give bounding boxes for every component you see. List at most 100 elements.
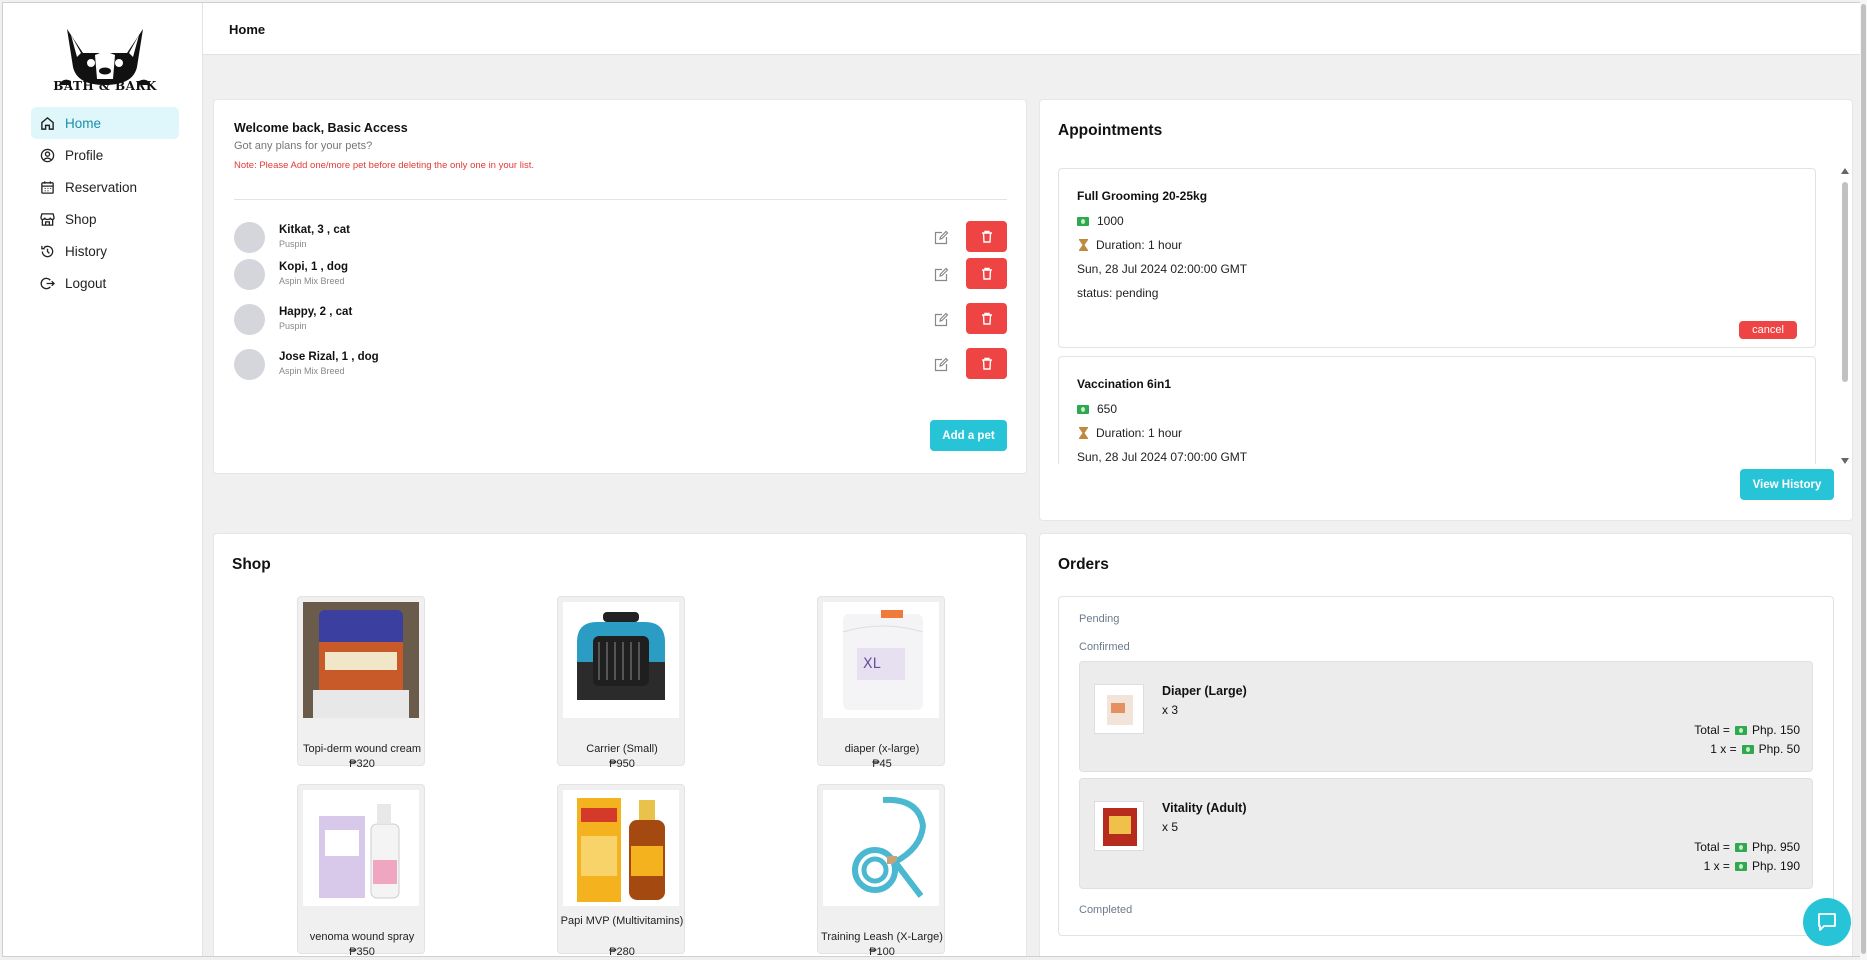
product-image xyxy=(563,790,679,906)
edit-icon[interactable] xyxy=(933,267,949,283)
trash-icon xyxy=(981,312,992,325)
product-image xyxy=(303,790,419,906)
pet-breed: Aspin Mix Breed xyxy=(279,366,345,376)
order-status-pending[interactable]: Pending xyxy=(1079,613,1119,625)
product-image xyxy=(303,602,419,718)
store-icon xyxy=(39,211,55,227)
order-unit-price: 1 x = Php. 190 xyxy=(1704,859,1800,873)
duration-value: Duration: 1 hour xyxy=(1096,426,1183,440)
sidebar-item-label: History xyxy=(65,243,108,259)
appointment-duration: Duration: 1 hour xyxy=(1077,426,1182,440)
appointment-status: status: pending xyxy=(1077,286,1159,300)
product-card[interactable]: Training Leash (X-Large) ₱100 xyxy=(817,784,945,957)
sidebar-nav: Home Profile Reservation Shop History Lo… xyxy=(31,107,179,299)
order-status-confirmed[interactable]: Confirmed xyxy=(1079,641,1130,653)
top-bar: Home xyxy=(203,3,1861,55)
scroll-down-icon[interactable] xyxy=(1841,458,1849,464)
money-icon xyxy=(1734,861,1747,871)
money-icon xyxy=(1077,404,1089,414)
sidebar-item-logout[interactable]: Logout xyxy=(31,267,179,299)
appointment-name: Vaccination 6in1 xyxy=(1077,377,1172,391)
app-window: BATH & BARK Home Profile Reservation Sho… xyxy=(2,2,1862,957)
appointment-duration: Duration: 1 hour xyxy=(1077,238,1182,252)
pet-name: Kitkat, 3 , cat xyxy=(279,224,350,236)
sidebar-item-label: Shop xyxy=(65,211,97,227)
order-product-image xyxy=(1094,684,1144,734)
product-name: diaper (x-large) xyxy=(844,743,920,755)
product-image: XL xyxy=(823,602,939,718)
sidebar-item-profile[interactable]: Profile xyxy=(31,139,179,171)
hourglass-icon xyxy=(1079,427,1088,439)
sidebar-item-reservation[interactable]: Reservation xyxy=(31,171,179,203)
appointments-title: Appointments xyxy=(1058,122,1163,139)
welcome-card: Welcome back, Basic Access Got any plans… xyxy=(213,99,1027,474)
appointment-item: Full Grooming 20-25kg 1000 Duration: 1 h… xyxy=(1058,168,1816,348)
product-card[interactable]: venoma wound spray ₱350 xyxy=(297,784,425,956)
delete-pet-button[interactable] xyxy=(966,221,1007,252)
price-value: 650 xyxy=(1097,402,1118,416)
product-name: Papi MVP (Multivitamins) xyxy=(560,915,684,927)
scroll-thumb[interactable] xyxy=(1842,182,1848,382)
product-image xyxy=(563,602,679,718)
money-icon xyxy=(1734,725,1747,735)
user-circle-icon xyxy=(39,147,55,163)
svg-text:XL: XL xyxy=(863,656,881,672)
product-name: Topi-derm wound cream xyxy=(303,743,421,755)
order-total: Total = Php. 950 xyxy=(1694,840,1800,854)
delete-pet-button[interactable] xyxy=(966,348,1007,379)
edit-icon[interactable] xyxy=(933,230,949,246)
pet-breed: Aspin Mix Breed xyxy=(279,276,345,286)
edit-icon[interactable] xyxy=(933,312,949,328)
order-item: Diaper (Large) x 3 Total = Php. 150 1 x … xyxy=(1079,661,1813,772)
sidebar-item-home[interactable]: Home xyxy=(31,107,179,139)
total-value: Php. 950 xyxy=(1751,840,1800,854)
product-card[interactable]: Papi MVP (Multivitamins) ₱280 xyxy=(557,784,685,956)
duration-value: Duration: 1 hour xyxy=(1096,238,1183,252)
pet-name: Jose Rizal, 1 , dog xyxy=(279,351,379,363)
chat-button[interactable] xyxy=(1803,898,1851,946)
home-icon xyxy=(39,115,55,131)
appointment-item: Vaccination 6in1 650 Duration: 1 hour Su… xyxy=(1058,356,1816,464)
money-icon xyxy=(1077,216,1089,226)
add-pet-button[interactable]: Add a pet xyxy=(930,420,1007,451)
pet-row: Kopi, 1 , dog Aspin Mix Breed xyxy=(234,256,1007,294)
appointment-date: Sun, 28 Jul 2024 02:00:00 GMT xyxy=(1077,262,1248,276)
pet-breed: Puspin xyxy=(279,239,307,249)
order-quantity: x 3 xyxy=(1162,703,1179,717)
unit-value: Php. 50 xyxy=(1758,742,1800,756)
edit-icon[interactable] xyxy=(933,357,949,373)
sidebar-item-history[interactable]: History xyxy=(31,235,179,267)
view-history-button[interactable]: View History xyxy=(1740,469,1834,500)
price-value: 1000 xyxy=(1097,214,1124,228)
sidebar-item-shop[interactable]: Shop xyxy=(31,203,179,235)
money-icon xyxy=(1741,744,1754,754)
orders-title: Orders xyxy=(1058,556,1109,573)
order-status-completed[interactable]: Completed xyxy=(1079,904,1132,916)
shop-card: Shop Topi-derm wound cream ₱320 Carrier … xyxy=(213,533,1027,957)
money-icon xyxy=(1734,842,1747,852)
appointments-card: Appointments Full Grooming 20-25kg 1000 … xyxy=(1039,99,1853,521)
cancel-appointment-button[interactable]: cancel xyxy=(1739,321,1797,339)
product-price: ₱100 xyxy=(869,946,895,957)
scroll-up-icon[interactable] xyxy=(1841,168,1849,174)
delete-pet-button[interactable] xyxy=(966,258,1007,289)
calendar-icon xyxy=(39,179,55,195)
delete-pet-button[interactable] xyxy=(966,303,1007,334)
product-name: venoma wound spray xyxy=(309,931,415,943)
page-scrollbar[interactable] xyxy=(1860,0,1867,960)
total-label: Total = xyxy=(1694,840,1730,854)
appointments-scrollbar[interactable] xyxy=(1840,168,1850,464)
unit-value: Php. 190 xyxy=(1751,859,1800,873)
shop-title: Shop xyxy=(232,556,271,573)
product-card[interactable]: Carrier (Small) ₱950 xyxy=(557,596,685,770)
hourglass-icon xyxy=(1079,239,1088,251)
appointments-list[interactable]: Full Grooming 20-25kg 1000 Duration: 1 h… xyxy=(1058,168,1818,464)
product-card[interactable]: Topi-derm wound cream ₱320 xyxy=(297,596,425,770)
pet-avatar xyxy=(234,222,265,253)
logout-icon xyxy=(39,275,55,291)
page-scroll-thumb[interactable] xyxy=(1861,4,1866,954)
pet-row: Kitkat, 3 , cat Puspin xyxy=(234,219,1007,257)
product-image xyxy=(823,790,939,906)
product-card[interactable]: XL diaper (x-large) ₱45 xyxy=(817,596,945,770)
order-unit-price: 1 x = Php. 50 xyxy=(1710,742,1800,756)
